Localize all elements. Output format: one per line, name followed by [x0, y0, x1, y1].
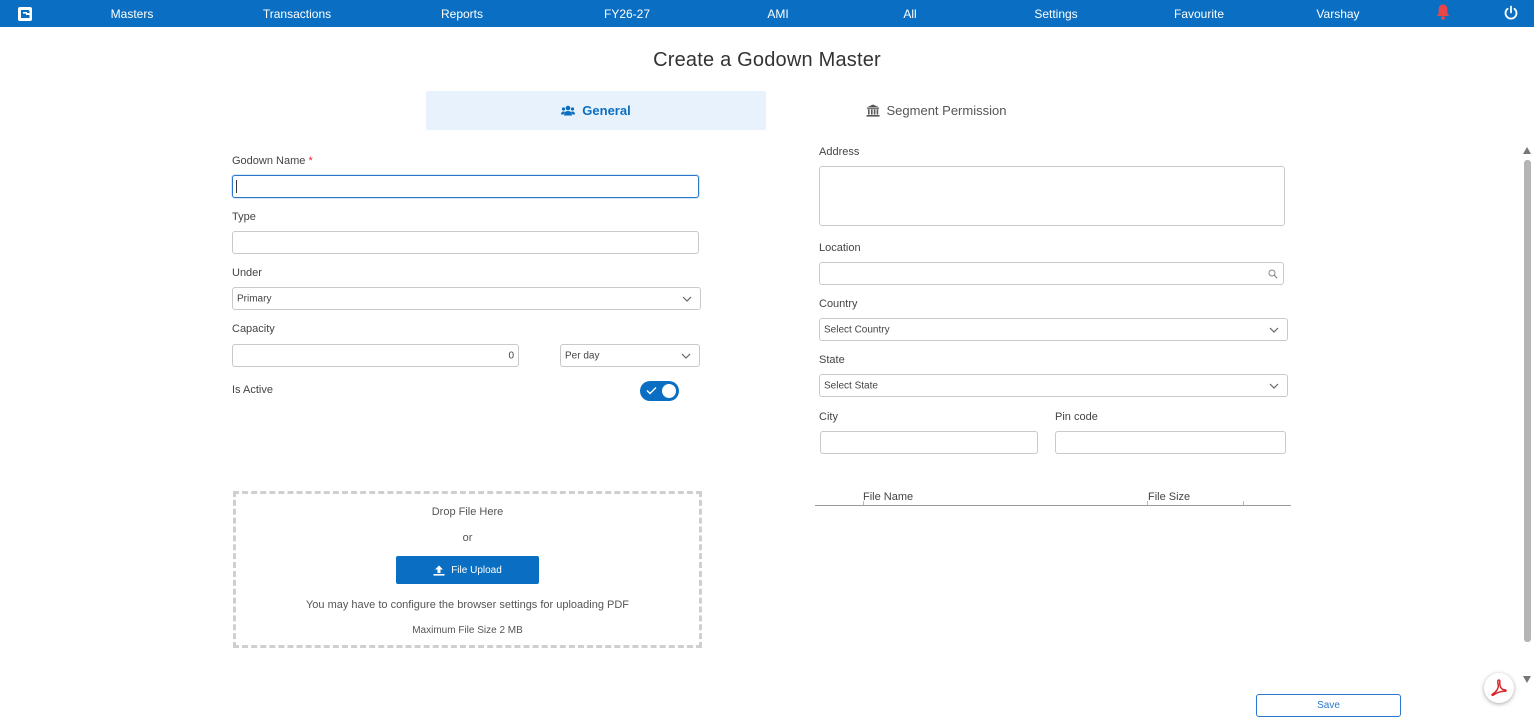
capacity-label: Capacity [232, 323, 275, 335]
under-label: Under [232, 267, 262, 279]
country-placeholder: Select Country [824, 324, 890, 335]
state-placeholder: Select State [824, 380, 878, 391]
files-table-header: File Name File Size [815, 489, 1291, 506]
scroll-up-arrow[interactable] [1523, 147, 1531, 154]
upload-icon [433, 565, 445, 576]
nav-masters[interactable]: Masters [111, 7, 154, 21]
scroll-down-arrow[interactable] [1523, 676, 1531, 683]
country-select[interactable]: Select Country [819, 318, 1288, 341]
tab-segment-permission[interactable]: Segment Permission [766, 91, 1106, 130]
file-upload-label: File Upload [451, 564, 502, 576]
app-logo-icon[interactable] [17, 6, 33, 22]
toggle-knob [662, 384, 676, 398]
pdf-icon [1491, 679, 1507, 697]
nav-transactions[interactable]: Transactions [263, 7, 331, 21]
max-file-size-text: Maximum File Size 2 MB [412, 625, 523, 636]
tab-general[interactable]: General [426, 91, 766, 130]
nav-settings[interactable]: Settings [1034, 7, 1077, 21]
location-label: Location [819, 242, 861, 254]
top-navbar: Masters Transactions Reports FY26-27 AMI… [0, 0, 1534, 27]
column-file-name: File Name [863, 491, 914, 503]
city-label: City [819, 411, 838, 423]
under-select[interactable]: Primary [232, 287, 701, 310]
state-label: State [819, 354, 845, 366]
chevron-down-icon [682, 296, 692, 302]
power-icon[interactable] [1503, 5, 1519, 21]
capacity-unit-select[interactable]: Per day [560, 344, 700, 367]
nav-all[interactable]: All [903, 7, 916, 21]
capacity-unit-value: Per day [565, 350, 600, 361]
chevron-down-icon [681, 353, 691, 359]
type-label: Type [232, 211, 256, 223]
file-dropzone[interactable]: Drop File Here or File Upload You may ha… [233, 491, 702, 648]
capacity-value: 0 [508, 350, 514, 361]
location-search-input[interactable] [819, 262, 1284, 285]
state-select[interactable]: Select State [819, 374, 1288, 397]
upload-note-text: You may have to configure the browser se… [305, 599, 630, 611]
save-button[interactable]: Save [1256, 694, 1401, 717]
under-selected-value: Primary [237, 293, 272, 304]
file-upload-button[interactable]: File Upload [396, 556, 539, 584]
tab-segment-label: Segment Permission [886, 103, 1007, 118]
country-label: Country [819, 298, 858, 310]
godown-name-label: Godown Name * [232, 155, 313, 167]
city-input[interactable] [820, 431, 1038, 454]
or-text: or [462, 532, 473, 544]
text-caret [236, 180, 237, 193]
type-input[interactable] [232, 231, 699, 254]
address-textarea[interactable] [819, 166, 1285, 226]
godown-name-input[interactable] [232, 175, 699, 198]
search-icon[interactable] [1268, 269, 1278, 279]
pincode-input[interactable] [1055, 431, 1286, 454]
capacity-input[interactable]: 0 [232, 344, 519, 367]
column-file-size: File Size [1148, 491, 1191, 503]
users-icon [561, 105, 576, 116]
chevron-down-icon [1269, 327, 1279, 333]
scrollbar-thumb[interactable] [1524, 160, 1531, 642]
bell-icon[interactable] [1435, 3, 1451, 21]
pincode-label: Pin code [1055, 411, 1098, 423]
address-label: Address [819, 146, 860, 158]
tab-general-label: General [582, 103, 631, 118]
required-asterisk: * [308, 155, 313, 167]
is-active-label: Is Active [232, 384, 273, 396]
nav-user-varshay[interactable]: Varshay [1316, 7, 1359, 21]
nav-ami[interactable]: AMI [767, 7, 788, 21]
drop-file-text: Drop File Here [431, 506, 504, 518]
pdf-viewer-button[interactable] [1484, 673, 1514, 703]
nav-financial-year[interactable]: FY26-27 [604, 7, 650, 21]
page-title: Create a Godown Master [653, 49, 881, 71]
bank-icon [866, 104, 880, 117]
check-icon [646, 387, 657, 395]
nav-favourite[interactable]: Favourite [1174, 7, 1224, 21]
vertical-scrollbar[interactable] [1521, 146, 1534, 686]
is-active-toggle[interactable] [640, 381, 679, 401]
nav-reports[interactable]: Reports [441, 7, 483, 21]
column-separator [1243, 501, 1244, 505]
chevron-down-icon [1269, 383, 1279, 389]
